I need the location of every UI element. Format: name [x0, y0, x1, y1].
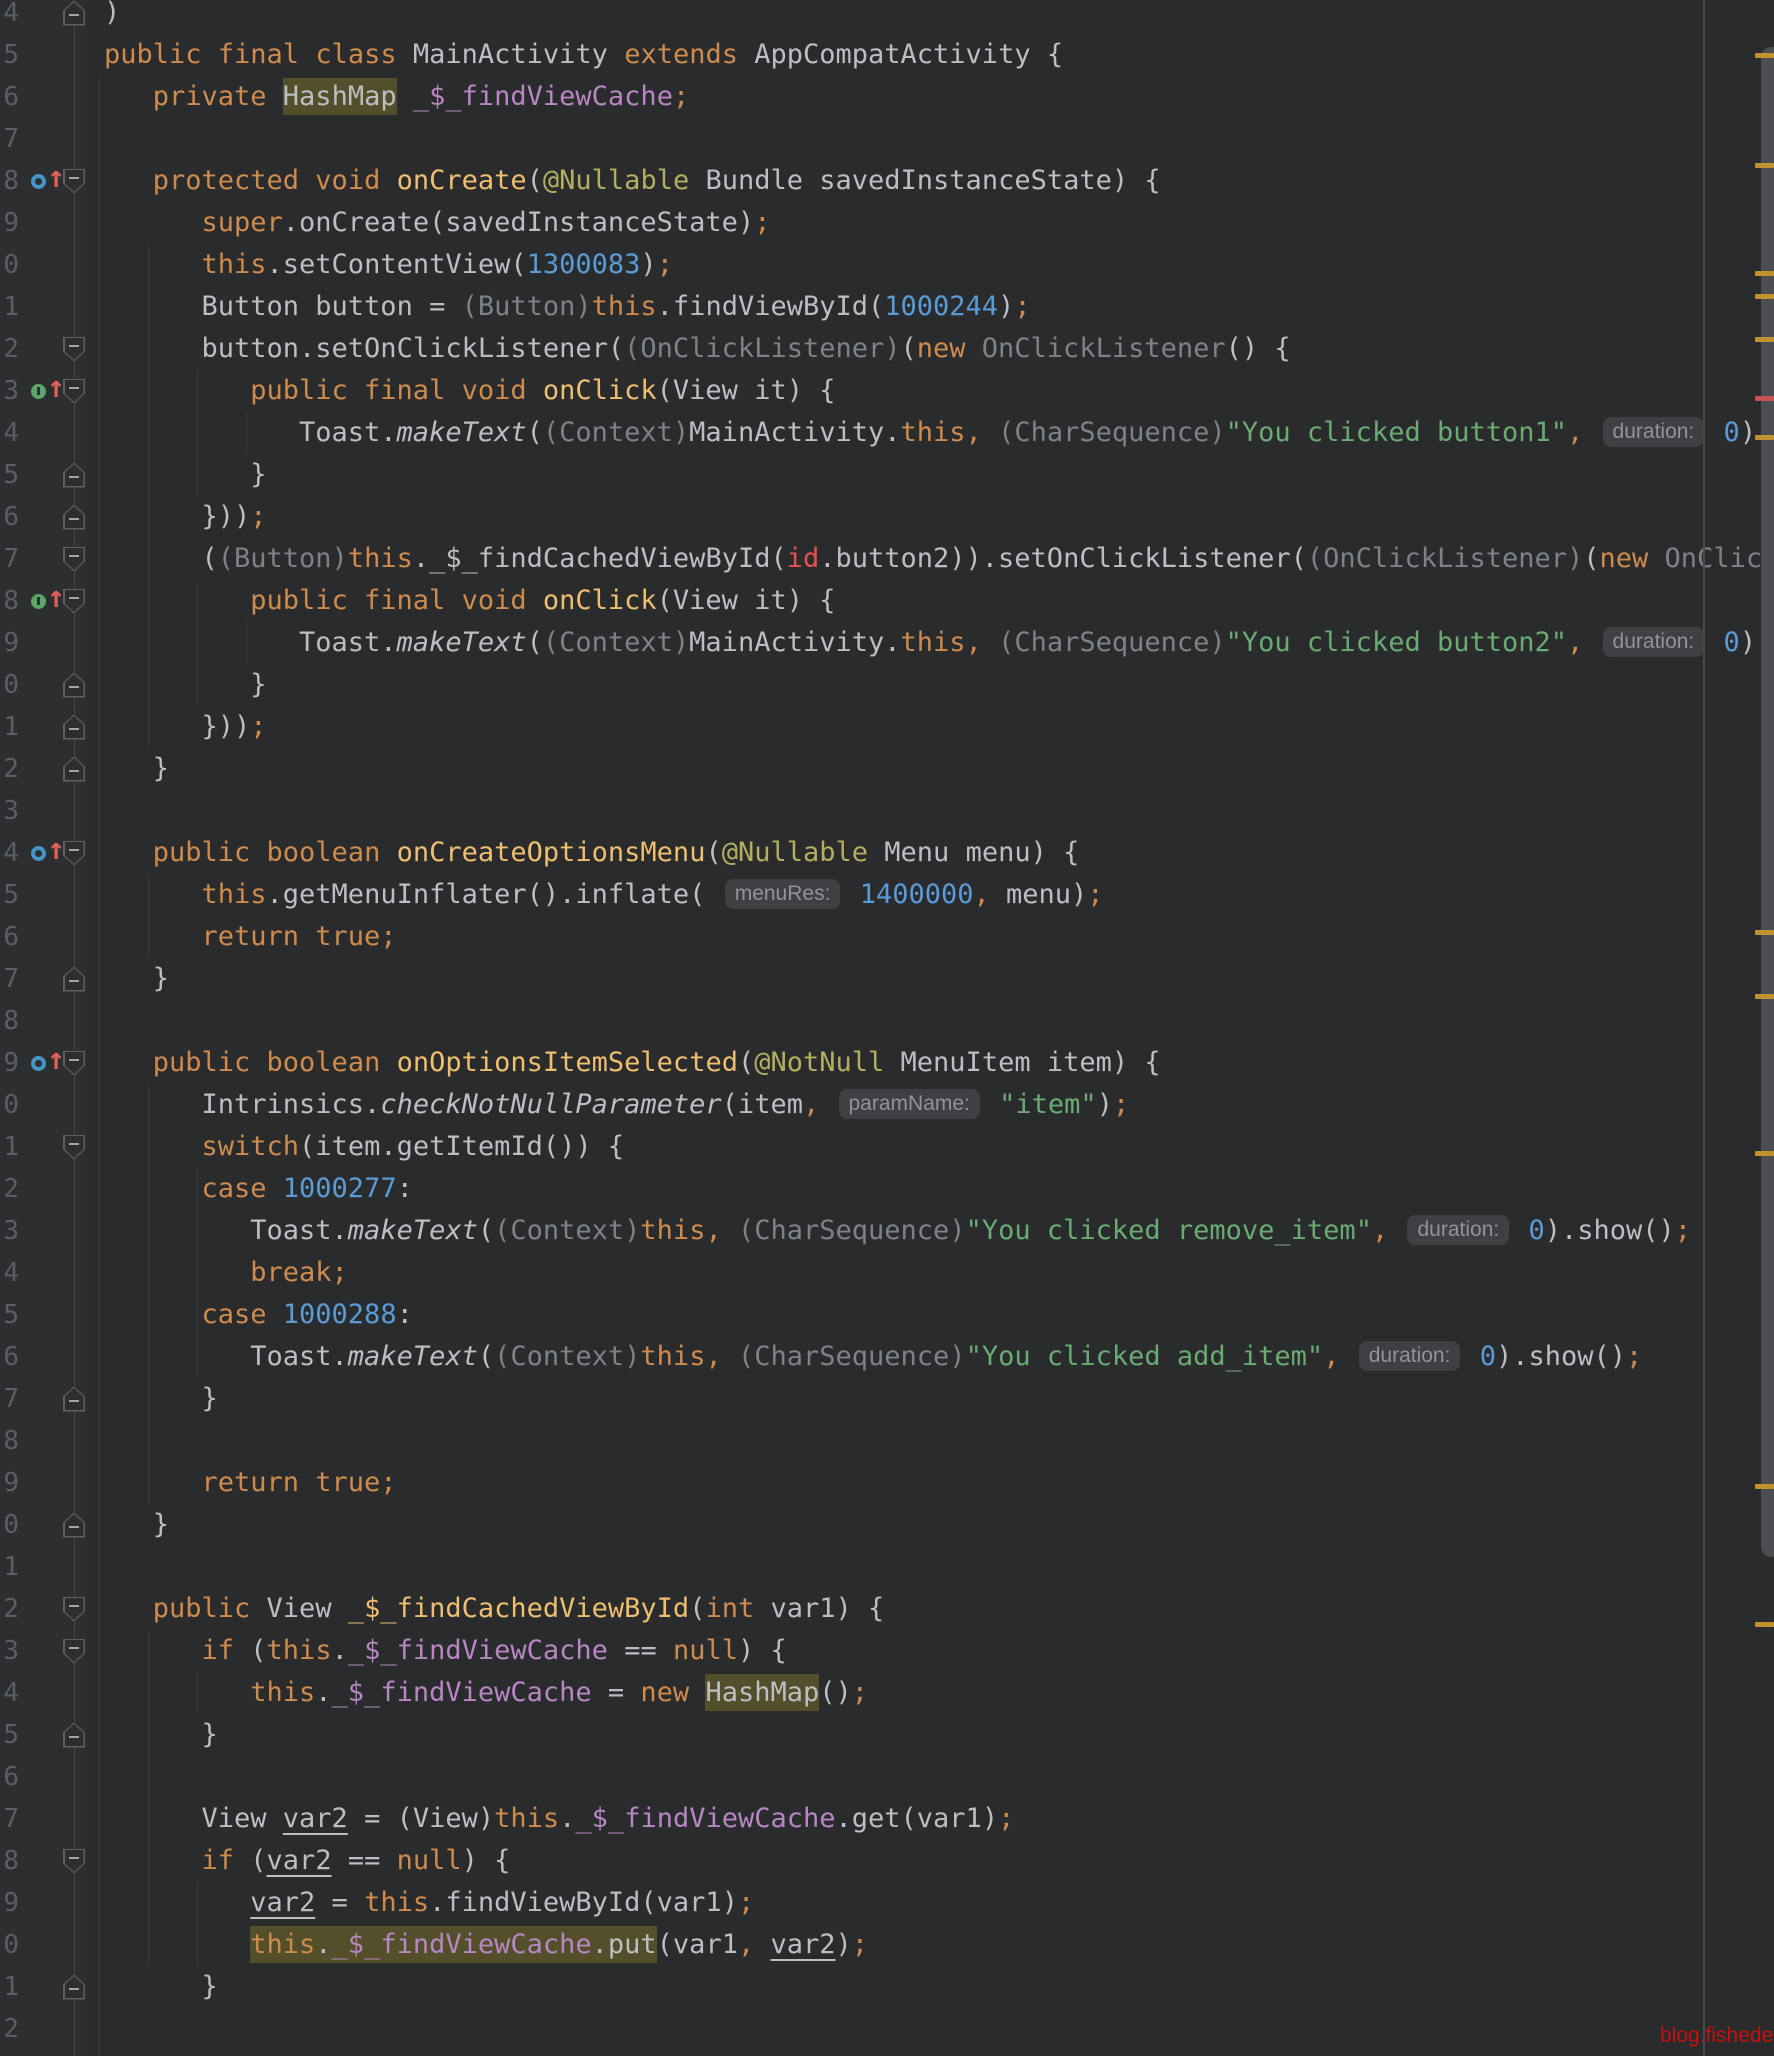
code-line: } — [0, 1504, 1774, 1546]
code-line: case 1000277: — [0, 1168, 1774, 1210]
code-line: public final void onClick(View it) { — [0, 580, 1774, 622]
inlay-hint: duration: — [1603, 417, 1705, 447]
warning-stripe-mark[interactable] — [1755, 930, 1774, 935]
warning-stripe-mark[interactable] — [1755, 163, 1774, 168]
code-line: if (this._$_findViewCache == null) { — [0, 1630, 1774, 1672]
code-line: Intrinsics.checkNotNullParameter(item, p… — [0, 1084, 1774, 1126]
inlay-hint: menuRes: — [725, 879, 841, 909]
watermark: blog.fishedee.com — [1660, 2024, 1774, 2048]
code-line: switch(item.getItemId()) { — [0, 1126, 1774, 1168]
code-line: } — [0, 1378, 1774, 1420]
code-line: protected void onCreate(@Nullable Bundle… — [0, 160, 1774, 202]
code-line: case 1000288: — [0, 1294, 1774, 1336]
code-line: this.getMenuInflater().inflate( menuRes:… — [0, 874, 1774, 916]
warning-stripe-mark[interactable] — [1755, 1151, 1774, 1156]
warning-stripe-mark[interactable] — [1755, 271, 1774, 276]
code-line: break; — [0, 1252, 1774, 1294]
inlay-hint: paramName: — [839, 1089, 980, 1119]
code-line: })); — [0, 496, 1774, 538]
code-line: public final void onClick(View it) { — [0, 370, 1774, 412]
warning-stripe-mark[interactable] — [1755, 337, 1774, 342]
code-line: Button button = (Button)this.findViewByI… — [0, 286, 1774, 328]
code-line: } — [0, 454, 1774, 496]
code-line: var2 = this.findViewById(var1); — [0, 1882, 1774, 1924]
warning-stripe-mark[interactable] — [1755, 994, 1774, 999]
right-margin-guide — [1703, 0, 1705, 2056]
warning-stripe-mark[interactable] — [1755, 1622, 1774, 1627]
code-line: ((Button)this._$_findCachedViewById(id.b… — [0, 538, 1774, 580]
code-line: this._$_findViewCache = new HashMap(); — [0, 1672, 1774, 1714]
warning-stripe-mark[interactable] — [1755, 435, 1774, 440]
code-line: if (var2 == null) { — [0, 1840, 1774, 1882]
code-line: public boolean onOptionsItemSelected(@No… — [0, 1042, 1774, 1084]
code-line: this._$_findViewCache.put(var1, var2); — [0, 1924, 1774, 1966]
code-line: super.onCreate(savedInstanceState); — [0, 202, 1774, 244]
code-line: ) — [0, 0, 1774, 34]
code-line — [0, 1000, 1774, 1042]
code-line: public View _$_findCachedViewById(int va… — [0, 1588, 1774, 1630]
code-line: public final class MainActivity extends … — [0, 34, 1774, 76]
code-line: } — [0, 664, 1774, 706]
code-line: Toast.makeText((Context)MainActivity.thi… — [0, 412, 1774, 454]
warning-stripe-mark[interactable] — [1755, 53, 1774, 58]
code-line: Toast.makeText((Context)this, (CharSeque… — [0, 1210, 1774, 1252]
code-line: private HashMap _$_findViewCache; — [0, 76, 1774, 118]
warning-stripe-mark[interactable] — [1755, 1484, 1774, 1489]
code-line: public boolean onCreateOptionsMenu(@Null… — [0, 832, 1774, 874]
code-line: } — [0, 958, 1774, 1000]
code-line — [0, 1420, 1774, 1462]
code-line: } — [0, 748, 1774, 790]
code-line — [0, 1756, 1774, 1798]
inlay-hint: duration: — [1359, 1341, 1461, 1371]
code-line: } — [0, 1714, 1774, 1756]
code-line: this.setContentView(1300083); — [0, 244, 1774, 286]
inlay-hint: duration: — [1603, 627, 1705, 657]
code-line — [0, 118, 1774, 160]
code-line: Toast.makeText((Context)MainActivity.thi… — [0, 622, 1774, 664]
code-line: Toast.makeText((Context)this, (CharSeque… — [0, 1336, 1774, 1378]
warning-stripe-mark[interactable] — [1755, 294, 1774, 299]
code-line: })); — [0, 706, 1774, 748]
code-line — [0, 1546, 1774, 1588]
code-line — [0, 790, 1774, 832]
error-stripe-mark[interactable] — [1755, 396, 1774, 401]
code-line: return true; — [0, 916, 1774, 958]
code-line — [0, 2008, 1774, 2050]
inlay-hint: duration: — [1407, 1215, 1509, 1245]
code-line: } — [0, 1966, 1774, 2008]
code-line: button.setOnClickListener((OnClickListen… — [0, 328, 1774, 370]
code-line: View var2 = (View)this._$_findViewCache.… — [0, 1798, 1774, 1840]
code-line: return true; — [0, 1462, 1774, 1504]
